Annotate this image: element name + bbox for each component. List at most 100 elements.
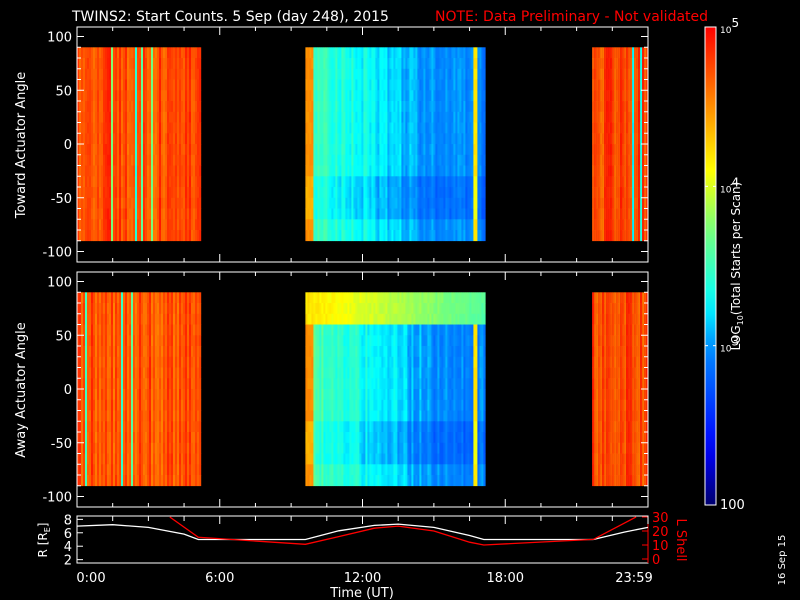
heatmap-cell (449, 68, 452, 80)
heatmap-cell (447, 111, 450, 123)
heatmap-cell (143, 453, 146, 465)
heatmap-cell (117, 303, 120, 315)
heatmap-cell (127, 47, 130, 59)
heatmap-cell (359, 208, 362, 220)
heatmap-cell (391, 47, 394, 59)
heatmap-cell (159, 47, 162, 59)
heatmap-cell (608, 187, 611, 199)
heatmap-cell (373, 90, 376, 102)
heatmap-cell (305, 324, 308, 336)
heatmap-cell (143, 303, 146, 315)
heatmap-cell (177, 464, 180, 476)
heatmap-cell (365, 389, 368, 401)
heatmap-cell (379, 79, 382, 91)
heatmap-cell (159, 292, 162, 304)
heatmap-cell (191, 47, 194, 59)
heatmap-cell (403, 176, 406, 188)
heatmap-cell (163, 187, 166, 199)
heatmap-cell (99, 176, 102, 188)
heatmap-cell (183, 432, 186, 444)
heatmap-cell (127, 68, 130, 80)
heatmap-cell (175, 58, 178, 70)
heatmap-cell (131, 154, 134, 166)
heatmap-cell (109, 47, 112, 59)
heatmap-cell (145, 144, 148, 156)
heatmap-cell (441, 68, 444, 80)
heatmap-cell (423, 90, 426, 102)
heatmap-cell (113, 176, 116, 188)
heatmap-cell (614, 154, 617, 166)
heatmap-cell (361, 303, 364, 315)
heatmap-cell (103, 389, 106, 401)
heatmap-cell (449, 47, 452, 59)
heatmap-cell (616, 144, 619, 156)
heatmap-cell (187, 111, 190, 123)
heatmap-cell (337, 432, 340, 444)
heatmap-cell (479, 111, 482, 123)
heatmap-cell (325, 313, 328, 325)
heatmap-cell (161, 367, 164, 379)
heatmap-cell (331, 187, 334, 199)
heatmap-cell (155, 101, 158, 113)
heatmap-cell (139, 378, 142, 390)
heatmap-cell (177, 378, 180, 390)
heatmap-cell (331, 335, 334, 347)
heatmap-cell (632, 154, 635, 166)
heatmap-cell (197, 219, 200, 231)
heatmap-cell (97, 208, 100, 220)
heatmap-cell (123, 122, 126, 134)
heatmap-cell (171, 197, 174, 209)
heatmap-cell (451, 90, 454, 102)
heatmap-cell (413, 197, 416, 209)
heatmap-cell (167, 165, 170, 177)
heatmap-cell (183, 324, 186, 336)
heatmap-cell (381, 47, 384, 59)
heatmap-cell (409, 133, 412, 145)
heatmap-cell (187, 475, 190, 487)
heatmap-cell (167, 101, 170, 113)
heatmap-cell (606, 79, 609, 91)
heatmap-cell (177, 165, 180, 177)
heatmap-cell (187, 313, 190, 325)
heatmap-cell (107, 68, 110, 80)
heatmap-cell (187, 335, 190, 347)
heatmap-cell (85, 133, 88, 145)
heatmap-cell (93, 399, 96, 411)
heatmap-cell (483, 230, 486, 242)
heatmap-cell (614, 79, 617, 91)
heatmap-cell (345, 410, 348, 422)
heatmap-cell (149, 464, 152, 476)
heatmap-cell (371, 133, 374, 145)
heatmap-cell (596, 47, 599, 59)
heatmap-cell (113, 292, 116, 304)
heatmap-cell (145, 313, 148, 325)
heatmap-cell (167, 453, 170, 465)
heatmap-cell (131, 335, 134, 347)
heatmap-cell (121, 68, 124, 80)
heatmap-cell (139, 367, 142, 379)
heatmap-cell (307, 154, 310, 166)
heatmap-cell (343, 324, 346, 336)
heatmap-cell (349, 475, 352, 487)
heatmap-cell (177, 453, 180, 465)
heatmap-cell (353, 442, 356, 454)
heatmap-cell (407, 101, 410, 113)
heatmap-cell (305, 122, 308, 134)
heatmap-cell (151, 58, 154, 70)
heatmap-cell (113, 101, 116, 113)
heatmap-cell (602, 197, 605, 209)
heatmap-cell (419, 197, 422, 209)
heatmap-cell (125, 367, 128, 379)
heatmap-cell (361, 324, 364, 336)
heatmap-cell (624, 101, 627, 113)
heatmap-cell (193, 68, 196, 80)
heatmap-cell (181, 144, 184, 156)
heatmap-cell (103, 133, 106, 145)
heatmap-cell (109, 208, 112, 220)
heatmap-cell (151, 410, 154, 422)
heatmap-cell (109, 197, 112, 209)
heatmap-cell (121, 219, 124, 231)
heatmap-cell (622, 208, 625, 220)
heatmap-cell (79, 399, 82, 411)
heatmap-cell (121, 154, 124, 166)
